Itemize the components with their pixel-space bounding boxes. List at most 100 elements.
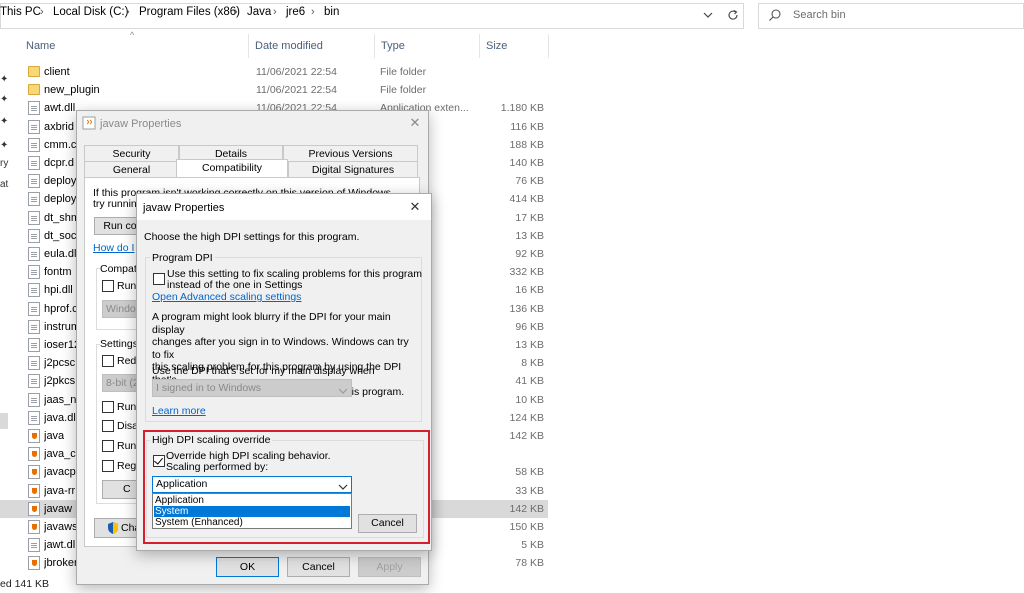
register-restart-checkbox[interactable] xyxy=(102,460,114,472)
column-divider[interactable] xyxy=(248,34,249,58)
file-size: 33 KB xyxy=(515,485,544,497)
program-dpi-group-title: Program DPI xyxy=(150,252,215,264)
scaling-dropdown-list: Application System System (Enhanced) xyxy=(152,493,352,529)
ok-button[interactable]: OK xyxy=(216,557,279,577)
file-size: 58 KB xyxy=(515,466,544,478)
column-divider[interactable] xyxy=(479,34,480,58)
java-app-icon xyxy=(28,484,40,498)
breadcrumb-java[interactable]: Java xyxy=(247,6,271,18)
file-name: ioser12 xyxy=(44,339,81,351)
run-640-label: Run xyxy=(117,401,137,413)
override-checkbox[interactable] xyxy=(153,455,165,467)
compat-mode-label: Run xyxy=(117,280,137,292)
file-name: jaas_nt xyxy=(44,394,80,406)
breadcrumb-program-files[interactable]: Program Files (x86) xyxy=(139,6,240,18)
close-icon[interactable]: ✕ xyxy=(405,199,425,215)
advanced-scaling-link[interactable]: Open Advanced scaling settings xyxy=(152,291,301,303)
how-do-i-link[interactable]: How do I xyxy=(93,242,134,254)
file-name: instrum xyxy=(44,321,81,333)
dialog-title: javaw Properties xyxy=(100,118,182,130)
breadcrumb-separator-icon: › xyxy=(126,6,130,18)
tab-digital-signatures[interactable]: Digital Signatures xyxy=(288,161,418,178)
file-type: File folder xyxy=(380,66,427,78)
dpi-cancel-button[interactable]: Cancel xyxy=(358,514,417,533)
apply-button[interactable]: Apply xyxy=(358,557,421,577)
tab-security[interactable]: Security xyxy=(84,145,179,162)
status-bar: ed 141 KB xyxy=(0,578,50,590)
dll-file-icon xyxy=(28,538,40,552)
high-dpi-dialog-title: javaw Properties xyxy=(143,202,225,214)
file-size: 116 KB xyxy=(510,121,544,133)
file-size: 332 KB xyxy=(509,266,544,278)
file-size: 92 KB xyxy=(515,248,544,260)
compat-mode-group-title: Compati xyxy=(100,263,140,275)
tab-previous-versions[interactable]: Previous Versions xyxy=(283,145,418,162)
learn-more-link[interactable]: Learn more xyxy=(152,405,206,417)
breadcrumb-this-pc[interactable]: This PC xyxy=(0,6,41,18)
file-name: dt_soc xyxy=(44,230,77,242)
column-header-name[interactable]: Name xyxy=(26,40,55,52)
run-640-checkbox[interactable] xyxy=(102,401,114,413)
file-name: eula.dl xyxy=(44,248,77,260)
java-app-icon xyxy=(28,520,40,534)
dll-file-icon xyxy=(28,411,40,425)
file-name: awt.dll xyxy=(44,102,76,114)
compat-mode-checkbox[interactable] xyxy=(102,280,114,292)
refresh-icon[interactable] xyxy=(722,4,744,26)
cancel-button[interactable]: Cancel xyxy=(287,557,350,577)
close-icon[interactable]: ✕ xyxy=(405,115,425,131)
column-header-date[interactable]: Date modified xyxy=(255,40,323,52)
address-dropdown-chevron-icon[interactable] xyxy=(697,4,719,26)
file-size: 140 KB xyxy=(509,157,544,169)
file-size: 13 KB xyxy=(515,339,544,351)
scaling-option-system-enhanced[interactable]: System (Enhanced) xyxy=(154,517,350,528)
column-header-type[interactable]: Type xyxy=(381,40,405,52)
dpi-explanation-line: A program might look blurry if the DPI f… xyxy=(152,311,391,336)
breadcrumb-bin[interactable]: bin xyxy=(324,6,339,18)
java-app-icon xyxy=(28,465,40,479)
file-name: axbrid xyxy=(44,121,74,133)
tab-compatibility[interactable]: Compatibility xyxy=(176,159,288,178)
dll-file-icon xyxy=(28,320,40,334)
column-divider[interactable] xyxy=(548,34,549,58)
scaling-combo[interactable]: Application xyxy=(152,476,352,493)
use-dpi-combo[interactable]: I signed in to Windows xyxy=(152,379,352,397)
dll-file-icon xyxy=(28,338,40,352)
breadcrumb-separator-icon: › xyxy=(234,6,238,18)
file-name: hpi.dll xyxy=(44,284,73,296)
folder-icon xyxy=(28,66,40,77)
column-header-size[interactable]: Size xyxy=(486,40,507,52)
tab-general[interactable]: General xyxy=(84,161,179,178)
file-name: dt_shm xyxy=(44,212,81,224)
dll-file-icon xyxy=(28,283,40,297)
breadcrumb-local-disk[interactable]: Local Disk (C:) xyxy=(53,6,128,18)
run-as-admin-checkbox[interactable] xyxy=(102,440,114,452)
dll-file-icon xyxy=(28,393,40,407)
dll-file-icon xyxy=(28,138,40,152)
file-size: 78 KB xyxy=(515,557,544,569)
scaling-option-application[interactable]: Application xyxy=(154,495,350,506)
file-date: 11/06/2021 22:54 xyxy=(256,66,337,78)
java-app-icon xyxy=(28,502,40,516)
reduced-color-checkbox[interactable] xyxy=(102,355,114,367)
file-name: jbroker xyxy=(44,557,78,569)
chevron-down-icon[interactable] xyxy=(338,481,348,490)
file-size: 414 KB xyxy=(509,193,544,205)
scaling-option-system[interactable]: System xyxy=(154,506,350,517)
file-size: 17 KB xyxy=(515,212,544,224)
file-size: 188 KB xyxy=(509,139,544,151)
disable-fullscreen-label: Disa xyxy=(117,420,139,432)
file-size: 142 KB xyxy=(509,430,544,442)
file-size: 96 KB xyxy=(515,321,544,333)
column-divider[interactable] xyxy=(374,34,375,58)
file-name: hprof.c xyxy=(44,303,78,315)
file-size: 13 KB xyxy=(515,230,544,242)
run-as-admin-label: Run xyxy=(117,440,137,452)
dll-file-icon xyxy=(28,265,40,279)
sort-ascending-icon: ^ xyxy=(130,30,135,40)
breadcrumb-jre6[interactable]: jre6 xyxy=(286,6,305,18)
program-dpi-checkbox[interactable] xyxy=(153,273,165,285)
file-name: new_plugin xyxy=(44,84,100,96)
file-size: 76 KB xyxy=(515,175,544,187)
disable-fullscreen-checkbox[interactable] xyxy=(102,420,114,432)
